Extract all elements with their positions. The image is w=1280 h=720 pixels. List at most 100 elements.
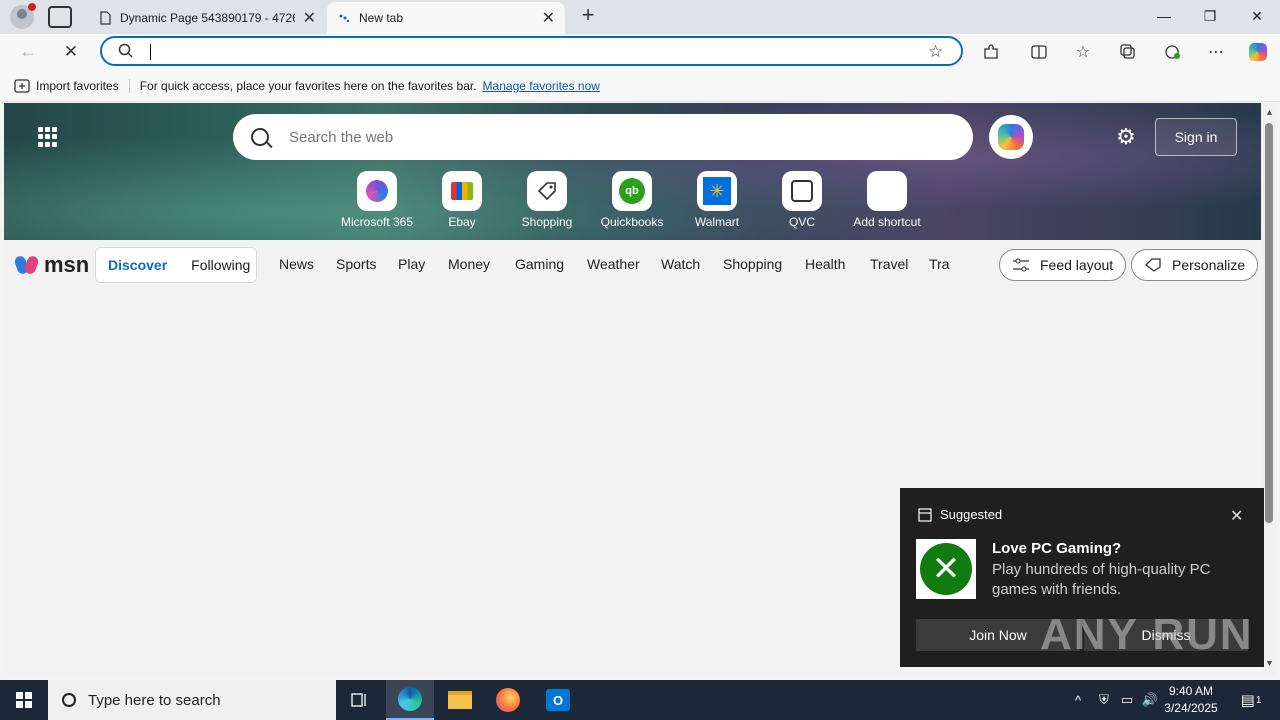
feed-layout-label: Feed layout <box>1040 257 1114 273</box>
favorites-icon[interactable]: ☆ <box>1070 40 1096 64</box>
extensions-icon[interactable] <box>978 40 1004 64</box>
close-window-button[interactable]: ✕ <box>1234 0 1280 32</box>
import-icon <box>14 78 30 93</box>
scroll-down-icon[interactable]: ▼ <box>1265 658 1274 668</box>
shortcut-quickbooks[interactable]: qb Quickbooks <box>592 171 672 229</box>
tag-icon <box>527 171 567 211</box>
category-gaming[interactable]: Gaming <box>515 256 564 272</box>
taskbar-search-placeholder: Type here to search <box>88 691 221 709</box>
shortcut-label: Microsoft 365 <box>340 215 414 229</box>
more-options-icon[interactable]: ⋯ <box>1203 40 1229 64</box>
new-tab-button[interactable]: + <box>576 4 600 28</box>
defender-icon[interactable]: ⛨ <box>1094 680 1114 720</box>
popup-header-label: Suggested <box>940 507 1003 522</box>
popup-header: Suggested <box>918 507 1002 522</box>
page-scrollbar[interactable]: ▲ ▼ <box>1262 103 1276 676</box>
stop-loading-button[interactable]: ✕ <box>57 40 85 64</box>
shortcut-ebay[interactable]: Ebay <box>422 171 502 229</box>
taskbar-search[interactable]: Type here to search <box>48 680 336 720</box>
web-search-box[interactable] <box>233 114 973 160</box>
back-button[interactable]: ← <box>14 40 42 64</box>
shortcut-label: Shopping <box>521 215 573 229</box>
settings-gear-icon[interactable]: ⚙ <box>1114 125 1138 149</box>
category-news[interactable]: News <box>279 256 314 272</box>
search-icon <box>118 43 134 62</box>
sign-in-button[interactable]: Sign in <box>1155 118 1237 156</box>
ebay-bag-icon <box>442 171 482 211</box>
tab-following[interactable]: Following <box>179 257 262 273</box>
scrollbar-thumb[interactable] <box>1265 123 1273 523</box>
tab-actions-icon[interactable] <box>48 6 72 28</box>
copilot-icon[interactable] <box>1245 40 1271 64</box>
xbox-logo: ✕ <box>916 539 976 599</box>
personalize-label: Personalize <box>1172 257 1246 273</box>
task-view-icon[interactable] <box>336 680 384 720</box>
browser-essentials-icon[interactable] <box>1159 40 1185 64</box>
tab-discover[interactable]: Discover <box>96 257 179 273</box>
category-money[interactable]: Money <box>448 256 490 272</box>
split-screen-icon[interactable] <box>1026 40 1052 64</box>
shortcut-label: QVC <box>788 215 815 229</box>
shortcut-label: Ebay <box>448 215 476 229</box>
copilot-button[interactable] <box>989 115 1033 159</box>
outlook-icon[interactable]: O <box>534 680 582 720</box>
walmart-icon: ✳ <box>697 171 737 211</box>
profile-avatar[interactable] <box>10 3 36 29</box>
category-play[interactable]: Play <box>398 256 425 272</box>
shortcut-walmart[interactable]: ✳ Walmart <box>677 171 757 229</box>
category-truncated[interactable]: Tra <box>929 256 949 272</box>
shortcut-microsoft-365[interactable]: Microsoft 365 <box>337 171 417 229</box>
favorites-message: For quick access, place your favorites h… <box>139 78 477 93</box>
web-search-input[interactable] <box>289 128 909 146</box>
category-weather[interactable]: Weather <box>587 256 640 272</box>
address-input[interactable] <box>150 42 910 62</box>
close-popup-icon[interactable]: ✕ <box>1230 506 1243 526</box>
restore-button[interactable]: ❐ <box>1187 0 1233 32</box>
windows-logo-icon <box>16 692 32 708</box>
tab-label: Dynamic Page 543890179 - 4726( <box>120 11 295 25</box>
shortcut-shopping[interactable]: Shopping <box>507 171 587 229</box>
favorite-star-icon[interactable]: ☆ <box>928 42 943 62</box>
start-button[interactable] <box>0 680 48 720</box>
shortcut-add[interactable]: + Add shortcut <box>847 171 927 229</box>
manage-favorites-link[interactable]: Manage favorites now <box>483 79 600 93</box>
close-tab-icon[interactable]: ✕ <box>542 8 555 28</box>
edge-taskbar-icon[interactable] <box>386 680 434 720</box>
tab-new-tab[interactable]: New tab ✕ <box>327 2 565 34</box>
msn-logo[interactable]: msn <box>13 252 89 278</box>
network-icon[interactable]: ▭ <box>1117 680 1137 720</box>
firefox-icon[interactable] <box>484 680 532 720</box>
shortcut-qvc[interactable]: Q QVC <box>762 171 842 229</box>
favorites-bar: Import favorites For quick access, place… <box>0 70 1280 102</box>
m365-icon <box>357 171 397 211</box>
browser-toolbar: ← ✕ ☆ ☆ ⋯ <box>0 34 1280 70</box>
show-hidden-icons[interactable]: ^ <box>1068 680 1088 720</box>
category-sports[interactable]: Sports <box>336 256 376 272</box>
notification-center-icon[interactable]: ▤ 1 <box>1234 680 1268 720</box>
app-launcher-icon[interactable] <box>38 127 58 147</box>
import-favorites-button[interactable]: Import favorites <box>14 78 130 93</box>
personalize-icon <box>1145 258 1161 272</box>
category-watch[interactable]: Watch <box>661 256 700 272</box>
import-favorites-label: Import favorites <box>36 78 119 93</box>
category-shopping[interactable]: Shopping <box>723 256 782 272</box>
close-tab-icon[interactable]: ✕ <box>303 8 316 28</box>
feed-layout-button[interactable]: Feed layout <box>999 249 1127 281</box>
category-health[interactable]: Health <box>805 256 845 272</box>
sliders-icon <box>1013 258 1029 272</box>
shortcut-label: Add shortcut <box>853 215 921 229</box>
shortcut-label: Walmart <box>694 215 740 229</box>
system-clock[interactable]: 9:40 AM 3/24/2025 <box>1160 683 1222 717</box>
address-bar[interactable]: ☆ <box>100 36 963 66</box>
feed-segment-control: Discover Following <box>95 247 257 283</box>
scroll-up-icon[interactable]: ▲ <box>1265 107 1274 117</box>
msn-nav-row: msn Discover Following News Sports Play … <box>4 240 1261 290</box>
collections-icon[interactable] <box>1115 40 1141 64</box>
personalize-button[interactable]: Personalize <box>1131 249 1259 281</box>
file-explorer-icon[interactable] <box>436 680 484 720</box>
xbox-icon: ✕ <box>920 543 972 595</box>
tab-dynamic-page[interactable]: Dynamic Page 543890179 - 4726( ✕ <box>88 2 326 34</box>
volume-icon[interactable]: 🔊 <box>1140 680 1160 720</box>
minimize-button[interactable]: — <box>1141 0 1187 32</box>
category-travel[interactable]: Travel <box>870 256 908 272</box>
